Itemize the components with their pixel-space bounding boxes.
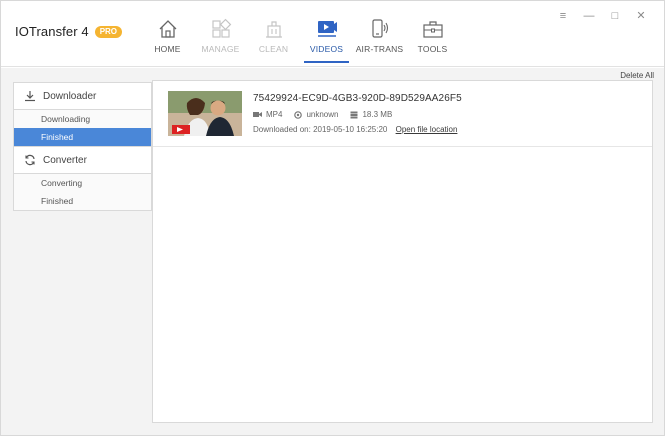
toolbox-icon <box>422 21 443 38</box>
video-meta: MP4 unknown 18.3 MB <box>253 110 404 119</box>
nav-tools-label: TOOLS <box>417 44 448 54</box>
download-info: Downloaded on: 2019-05-10 16:25:20 Open … <box>253 125 457 134</box>
trash-icon <box>265 21 282 38</box>
sidebar-item-converting[interactable]: Converting <box>14 174 151 192</box>
thumbnail-image <box>168 91 242 136</box>
camera-icon <box>253 112 262 117</box>
nav-home[interactable]: HOME <box>141 1 194 67</box>
sidebar-converter-label: Converter <box>43 154 87 166</box>
sidebar-item-finished-conversions[interactable]: Finished <box>14 192 151 210</box>
pro-badge: PRO <box>94 25 123 38</box>
open-file-location-link[interactable]: Open file location <box>396 125 458 134</box>
content-area: Delete All Downloader Downloading Finish… <box>1 68 664 435</box>
downloaded-on-label: Downloaded on: <box>253 125 311 134</box>
video-thumbnail[interactable] <box>168 91 242 136</box>
resolution-icon <box>294 110 303 119</box>
top-bar: IOTransfer 4 PRO HOME MANAGE CLEAN VIDEO… <box>1 1 664 67</box>
phone-wireless-icon <box>371 19 388 38</box>
menu-icon[interactable]: ≡ <box>550 10 576 22</box>
sidebar-item-finished-downloads[interactable]: Finished <box>14 128 151 146</box>
video-size-label: 18.3 MB <box>362 110 393 119</box>
app-name: IOTransfer 4 <box>15 24 89 39</box>
video-format-label: MP4 <box>266 110 283 119</box>
sidebar-downloader[interactable]: Downloader <box>13 82 152 110</box>
app-window: IOTransfer 4 PRO HOME MANAGE CLEAN VIDEO… <box>0 0 665 436</box>
nav-videos-label: VIDEOS <box>309 44 344 54</box>
video-title: 75429924-EC9D-4GB3-920D-89D529AA26F5 <box>253 93 462 104</box>
downloader-submenu: Downloading Finished <box>13 110 152 146</box>
sidebar-item-downloading[interactable]: Downloading <box>14 110 151 128</box>
nav-manage[interactable]: MANAGE <box>194 1 247 67</box>
sync-icon <box>25 154 35 166</box>
nav-air-trans-label: AIR-TRANS <box>355 44 404 54</box>
video-resolution-label: unknown <box>306 110 339 119</box>
video-row[interactable]: 75429924-EC9D-4GB3-920D-89D529AA26F5 MP4… <box>153 81 652 147</box>
downloaded-on-value: 2019-05-10 16:25:20 <box>313 125 388 134</box>
nav-tools[interactable]: TOOLS <box>406 1 459 67</box>
nav-air-trans[interactable]: AIR-TRANS <box>353 1 406 67</box>
nav-clean-label: CLEAN <box>258 44 289 54</box>
video-list-panel: 75429924-EC9D-4GB3-920D-89D529AA26F5 MP4… <box>152 80 653 423</box>
maximize-icon[interactable]: □ <box>602 10 628 22</box>
minimize-icon[interactable]: — <box>576 10 602 22</box>
grid-icon <box>211 18 231 38</box>
sidebar-downloader-label: Downloader <box>43 90 97 102</box>
video-size: 18.3 MB <box>350 110 392 119</box>
download-icon <box>25 91 35 102</box>
brand: IOTransfer 4 PRO <box>15 24 123 39</box>
sidebar: Downloader Downloading Finished Converte… <box>13 82 152 211</box>
storage-icon <box>350 111 358 118</box>
nav-manage-label: MANAGE <box>201 44 240 54</box>
main-nav: HOME MANAGE CLEAN VIDEOS AIR-TRANS TOOLS <box>141 1 459 67</box>
video-resolution: unknown <box>294 110 338 119</box>
home-icon <box>159 20 176 38</box>
close-icon[interactable]: ✕ <box>628 10 654 22</box>
window-controls: ≡ — □ ✕ <box>550 10 654 22</box>
video-icon <box>317 21 337 37</box>
nav-videos[interactable]: VIDEOS <box>300 1 353 67</box>
nav-clean[interactable]: CLEAN <box>247 1 300 67</box>
delete-all-button[interactable]: Delete All <box>620 71 654 80</box>
sidebar-converter[interactable]: Converter <box>13 146 152 174</box>
nav-home-label: HOME <box>154 44 181 54</box>
video-format: MP4 <box>253 110 282 119</box>
converter-submenu: Converting Finished <box>13 174 152 211</box>
